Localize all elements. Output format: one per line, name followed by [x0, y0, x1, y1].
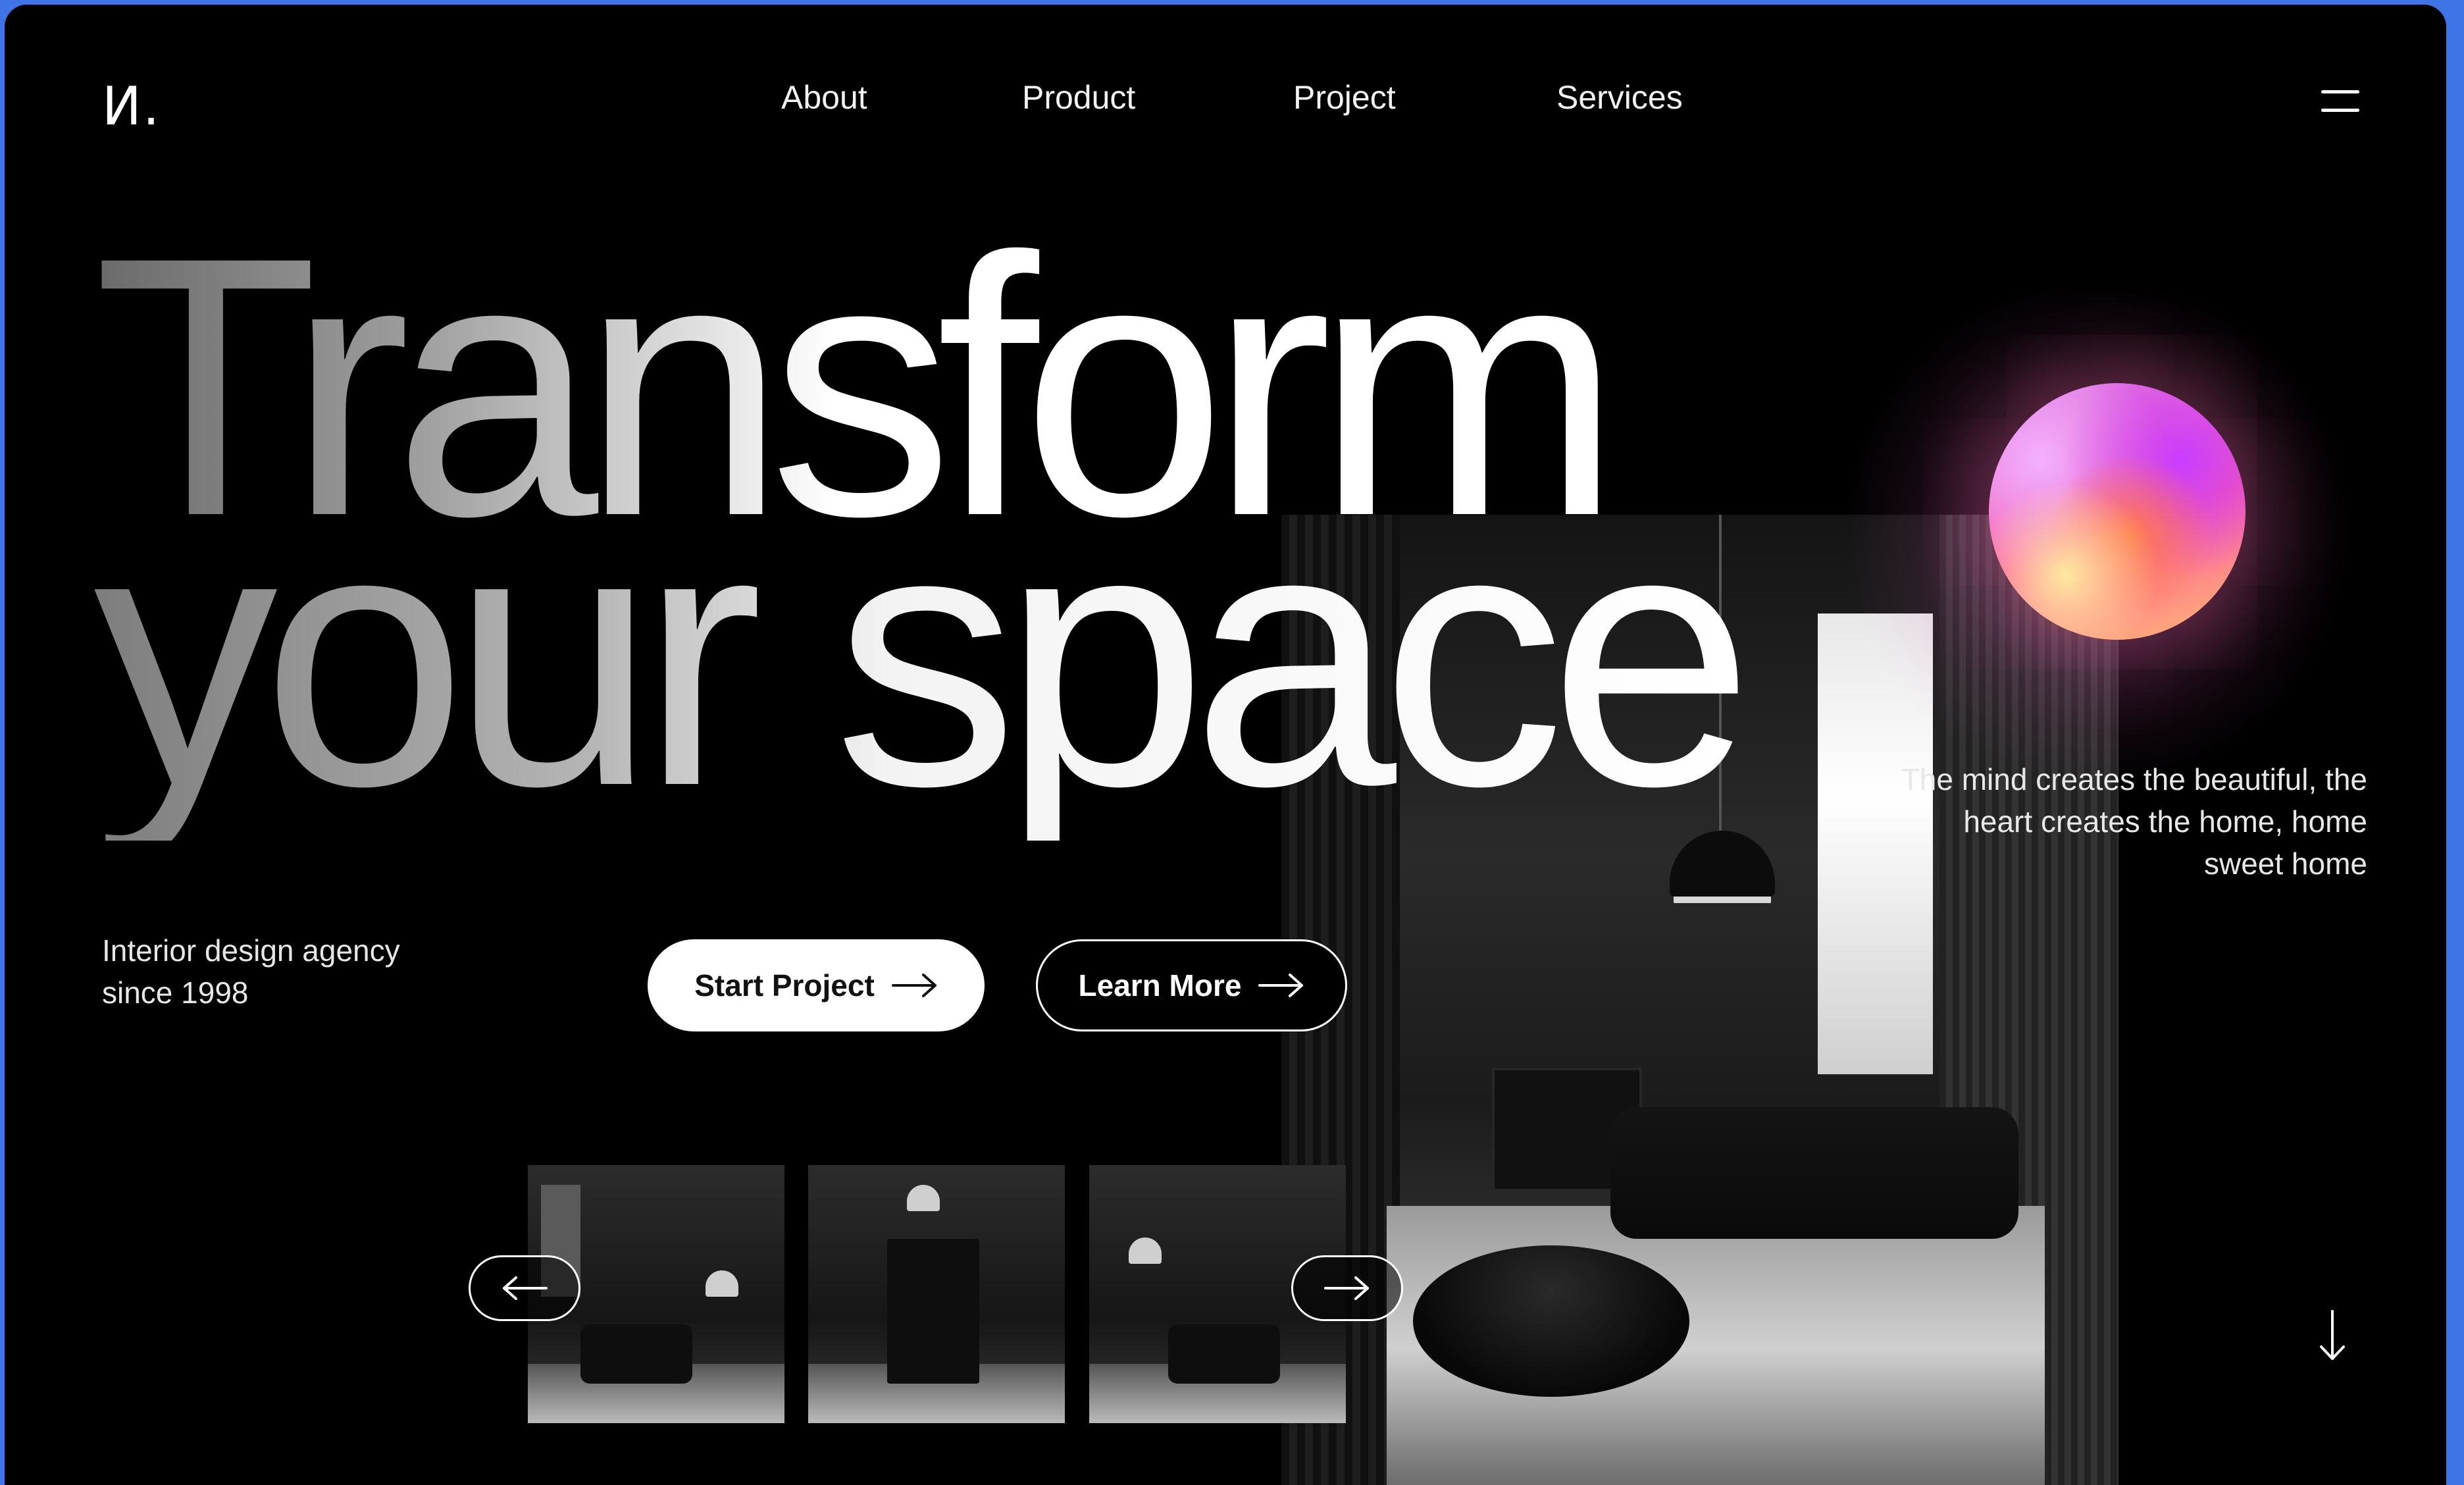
- learn-more-button[interactable]: Learn More: [1036, 939, 1347, 1031]
- arrow-right-icon: [1324, 1276, 1369, 1300]
- study-room-thumbnail[interactable]: [808, 1165, 1065, 1423]
- arrow-right-icon: [891, 974, 937, 997]
- nav-item-services[interactable]: Services: [1556, 78, 1683, 117]
- nav-item-project[interactable]: Project: [1293, 78, 1396, 117]
- hero-quote: The mind creates the beautiful, the hear…: [1901, 762, 2367, 881]
- nav-item-product[interactable]: Product: [1022, 78, 1135, 117]
- start-project-button[interactable]: Start Project: [648, 939, 985, 1031]
- gradient-orb: [1989, 383, 2246, 640]
- nav-item-about[interactable]: About: [781, 78, 867, 117]
- main-nav: About Product Project Services: [5, 78, 2446, 124]
- learn-more-label: Learn More: [1078, 968, 1242, 1003]
- start-project-label: Start Project: [694, 968, 875, 1003]
- page-frame: И. About Product Project Services Transf…: [5, 5, 2446, 1485]
- gallery-prev-button[interactable]: [469, 1255, 580, 1321]
- arrow-down-icon[interactable]: [2316, 1310, 2349, 1363]
- arrow-left-icon: [503, 1276, 548, 1300]
- gallery-next-button[interactable]: [1291, 1255, 1403, 1321]
- arrow-right-icon: [1258, 974, 1304, 997]
- agency-tagline: Interior design agency since 1998: [102, 933, 400, 1010]
- hamburger-icon[interactable]: [2321, 86, 2366, 119]
